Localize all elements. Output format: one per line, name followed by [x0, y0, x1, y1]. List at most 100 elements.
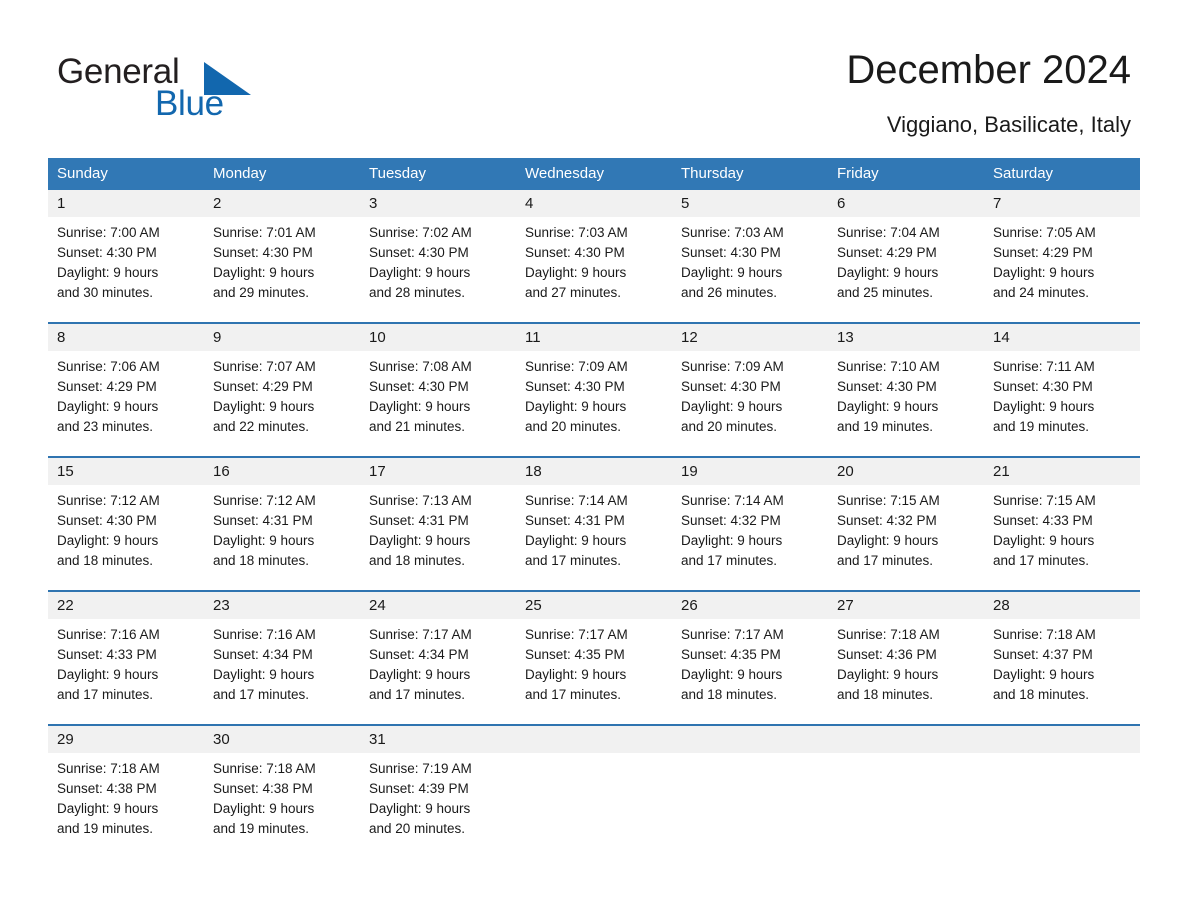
sunrise-time: Sunrise: 7:12 AM — [213, 493, 316, 508]
day-number[interactable]: 28 — [984, 591, 1140, 619]
day-number[interactable]: 19 — [672, 457, 828, 485]
day-cell-empty — [672, 725, 828, 753]
day-number-row: 8 9 10 11 12 13 14 — [48, 323, 1140, 351]
day-detail: Sunrise: 7:04 AM Sunset: 4:29 PM Daylight:… — [828, 217, 984, 315]
day-number[interactable]: 15 — [48, 457, 204, 485]
sunset-time: Sunset: 4:31 PM — [369, 513, 469, 528]
daylight-duration-line2: and 19 minutes. — [837, 419, 934, 434]
daylight-duration-line1: Daylight: 9 hours — [57, 533, 159, 548]
sunset-time: Sunset: 4:30 PM — [57, 513, 157, 528]
day-number[interactable]: 17 — [360, 457, 516, 485]
day-number[interactable]: 26 — [672, 591, 828, 619]
day-number[interactable]: 13 — [828, 323, 984, 351]
day-number-row: 15 16 17 18 19 20 21 — [48, 457, 1140, 485]
week-separator-rule — [48, 717, 1140, 726]
day-number[interactable]: 21 — [984, 457, 1140, 485]
daylight-duration-line2: and 28 minutes. — [369, 285, 466, 300]
daylight-duration-line2: and 18 minutes. — [369, 553, 466, 568]
day-number[interactable]: 5 — [672, 190, 828, 217]
day-detail-empty — [984, 753, 1140, 851]
sunrise-time: Sunrise: 7:03 AM — [525, 225, 628, 240]
day-number[interactable]: 11 — [516, 323, 672, 351]
sunrise-time: Sunrise: 7:05 AM — [993, 225, 1096, 240]
day-number[interactable]: 24 — [360, 591, 516, 619]
day-number[interactable]: 22 — [48, 591, 204, 619]
day-number[interactable]: 29 — [48, 725, 204, 753]
daylight-duration-line1: Daylight: 9 hours — [369, 533, 471, 548]
day-number[interactable]: 18 — [516, 457, 672, 485]
day-detail: Sunrise: 7:17 AM Sunset: 4:35 PM Daylight:… — [516, 619, 672, 717]
calendar-header-row: Sunday Monday Tuesday Wednesday Thursday Frid… — [48, 158, 1140, 190]
day-number[interactable]: 2 — [204, 190, 360, 217]
sunset-time: Sunset: 4:30 PM — [525, 245, 625, 260]
sunset-time: Sunset: 4:35 PM — [681, 647, 781, 662]
day-number[interactable]: 30 — [204, 725, 360, 753]
day-cell-empty — [828, 725, 984, 753]
day-number[interactable]: 3 — [360, 190, 516, 217]
day-number[interactable]: 1 — [48, 190, 204, 217]
daylight-duration-line2: and 20 minutes. — [369, 821, 466, 836]
day-detail: Sunrise: 7:08 AM Sunset: 4:30 PM Daylight:… — [360, 351, 516, 449]
week-separator-rule — [48, 583, 1140, 592]
day-detail: Sunrise: 7:00 AM Sunset: 4:30 PM Daylight:… — [48, 217, 204, 315]
daylight-duration-line2: and 21 minutes. — [369, 419, 466, 434]
day-number[interactable]: 27 — [828, 591, 984, 619]
page-title: December 2024 — [846, 48, 1131, 92]
logo-text-blue: Blue — [155, 84, 224, 123]
day-number[interactable]: 16 — [204, 457, 360, 485]
day-detail: Sunrise: 7:05 AM Sunset: 4:29 PM Daylight:… — [984, 217, 1140, 315]
day-number[interactable]: 4 — [516, 190, 672, 217]
daylight-duration-line1: Daylight: 9 hours — [57, 265, 159, 280]
daylight-duration-line2: and 19 minutes. — [213, 821, 310, 836]
day-number[interactable]: 6 — [828, 190, 984, 217]
day-number[interactable]: 8 — [48, 323, 204, 351]
daylight-duration-line1: Daylight: 9 hours — [57, 801, 159, 816]
day-number[interactable]: 20 — [828, 457, 984, 485]
day-detail: Sunrise: 7:16 AM Sunset: 4:33 PM Daylight:… — [48, 619, 204, 717]
sunset-time: Sunset: 4:35 PM — [525, 647, 625, 662]
weekday-header-friday: Friday — [828, 158, 984, 190]
sunset-time: Sunset: 4:33 PM — [993, 513, 1093, 528]
daylight-duration-line1: Daylight: 9 hours — [681, 265, 783, 280]
sunrise-time: Sunrise: 7:12 AM — [57, 493, 160, 508]
day-number[interactable]: 14 — [984, 323, 1140, 351]
daylight-duration-line2: and 20 minutes. — [681, 419, 778, 434]
day-number[interactable]: 31 — [360, 725, 516, 753]
sunset-time: Sunset: 4:30 PM — [837, 379, 937, 394]
day-detail: Sunrise: 7:17 AM Sunset: 4:34 PM Daylight:… — [360, 619, 516, 717]
weekday-header-thursday: Thursday — [672, 158, 828, 190]
daylight-duration-line2: and 22 minutes. — [213, 419, 310, 434]
day-detail: Sunrise: 7:01 AM Sunset: 4:30 PM Daylight:… — [204, 217, 360, 315]
sunset-time: Sunset: 4:30 PM — [369, 245, 469, 260]
calendar-page: General Blue December 2024 Viggiano, Bas… — [0, 0, 1188, 918]
sunrise-time: Sunrise: 7:08 AM — [369, 359, 472, 374]
day-cell-empty — [984, 725, 1140, 753]
sunset-time: Sunset: 4:38 PM — [57, 781, 157, 796]
daylight-duration-line2: and 24 minutes. — [993, 285, 1090, 300]
daylight-duration-line1: Daylight: 9 hours — [993, 533, 1095, 548]
daylight-duration-line2: and 30 minutes. — [57, 285, 154, 300]
day-detail: Sunrise: 7:18 AM Sunset: 4:37 PM Daylight:… — [984, 619, 1140, 717]
sunrise-time: Sunrise: 7:14 AM — [525, 493, 628, 508]
day-detail: Sunrise: 7:10 AM Sunset: 4:30 PM Daylight:… — [828, 351, 984, 449]
sunset-time: Sunset: 4:31 PM — [213, 513, 313, 528]
day-number[interactable]: 12 — [672, 323, 828, 351]
day-number[interactable]: 10 — [360, 323, 516, 351]
sunset-time: Sunset: 4:34 PM — [369, 647, 469, 662]
daylight-duration-line1: Daylight: 9 hours — [993, 667, 1095, 682]
day-detail: Sunrise: 7:03 AM Sunset: 4:30 PM Daylight:… — [516, 217, 672, 315]
day-number[interactable]: 25 — [516, 591, 672, 619]
sunrise-time: Sunrise: 7:11 AM — [993, 359, 1095, 374]
day-number[interactable]: 23 — [204, 591, 360, 619]
day-number[interactable]: 9 — [204, 323, 360, 351]
general-blue-logo[interactable]: General Blue — [57, 52, 317, 123]
daylight-duration-line1: Daylight: 9 hours — [837, 399, 939, 414]
daylight-duration-line2: and 18 minutes. — [681, 687, 778, 702]
daylight-duration-line1: Daylight: 9 hours — [993, 265, 1095, 280]
day-detail-row: Sunrise: 7:18 AM Sunset: 4:38 PM Daylight:… — [48, 753, 1140, 851]
day-detail: Sunrise: 7:06 AM Sunset: 4:29 PM Daylight:… — [48, 351, 204, 449]
sunrise-time: Sunrise: 7:06 AM — [57, 359, 160, 374]
daylight-duration-line2: and 23 minutes. — [57, 419, 154, 434]
day-number[interactable]: 7 — [984, 190, 1140, 217]
sunrise-time: Sunrise: 7:15 AM — [837, 493, 940, 508]
